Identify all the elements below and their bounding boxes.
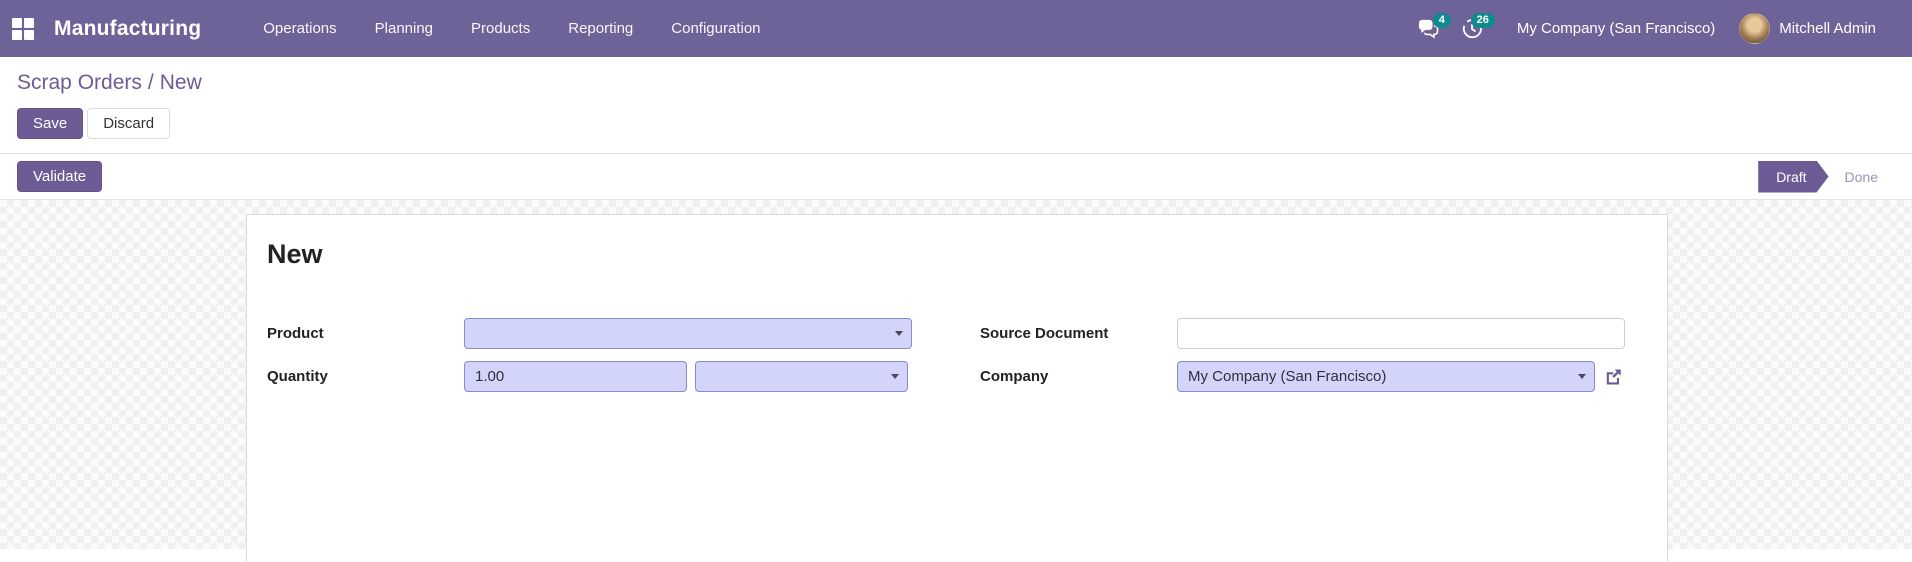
product-dropdown[interactable] <box>464 318 912 349</box>
company-label: Company <box>980 368 1177 385</box>
uom-dropdown[interactable] <box>695 361 908 392</box>
product-label: Product <box>267 325 464 342</box>
external-link-icon[interactable] <box>1603 366 1625 388</box>
menu-configuration[interactable]: Configuration <box>655 12 776 45</box>
source-document-label: Source Document <box>980 325 1177 342</box>
content-area: New Product Source Document <box>0 200 1912 549</box>
messages-button[interactable]: 4 <box>1411 12 1445 46</box>
quantity-input[interactable] <box>464 361 687 392</box>
user-menu[interactable]: Mitchell Admin <box>1739 13 1876 44</box>
statusbar: Draft Done <box>1758 154 1894 199</box>
discard-button[interactable]: Discard <box>87 108 170 139</box>
stage-draft[interactable]: Draft <box>1758 161 1828 193</box>
save-button[interactable]: Save <box>17 108 83 139</box>
stage-done[interactable]: Done <box>1829 161 1894 193</box>
avatar <box>1739 13 1770 44</box>
form-statusbar-row: Validate Draft Done <box>0 154 1912 200</box>
menu-operations[interactable]: Operations <box>247 12 352 45</box>
quantity-label: Quantity <box>267 368 464 385</box>
field-row-source-document: Source Document <box>980 318 1647 349</box>
company-input[interactable] <box>1177 361 1595 392</box>
uom-input[interactable] <box>695 361 908 392</box>
menu-planning[interactable]: Planning <box>359 12 449 45</box>
breadcrumb-current: New <box>160 71 202 94</box>
activities-count-badge: 26 <box>1471 13 1495 28</box>
company-dropdown[interactable] <box>1177 361 1595 392</box>
main-menu: Operations Planning Products Reporting C… <box>247 12 776 45</box>
app-title[interactable]: Manufacturing <box>54 17 201 41</box>
breadcrumb: Scrap Orders/New <box>17 71 1912 95</box>
product-input[interactable] <box>464 318 912 349</box>
validate-button[interactable]: Validate <box>17 161 102 192</box>
apps-menu-button[interactable] <box>0 0 46 57</box>
company-switcher[interactable]: My Company (San Francisco) <box>1517 20 1715 37</box>
menu-reporting[interactable]: Reporting <box>552 12 649 45</box>
menu-products[interactable]: Products <box>455 12 546 45</box>
navbar-systray: 4 26 My Company (San Francisco) Mitchell… <box>1411 12 1912 46</box>
breadcrumb-separator: / <box>142 71 160 94</box>
apps-grid-icon <box>12 18 34 40</box>
field-row-company: Company <box>980 361 1647 392</box>
record-title: New <box>267 239 1647 270</box>
activities-button[interactable]: 26 <box>1455 12 1489 46</box>
top-navbar: Manufacturing Operations Planning Produc… <box>0 0 1912 57</box>
source-document-input[interactable] <box>1177 318 1625 349</box>
breadcrumb-scrap-orders[interactable]: Scrap Orders <box>17 71 142 94</box>
messages-count-badge: 4 <box>1433 13 1451 28</box>
form-sheet: New Product Source Document <box>246 214 1668 562</box>
user-name: Mitchell Admin <box>1779 20 1876 37</box>
control-panel: Scrap Orders/New Save Discard <box>0 57 1912 154</box>
field-row-product: Product <box>267 318 934 349</box>
field-row-quantity: Quantity <box>267 361 934 392</box>
form-grid: Product Source Document Quantity <box>267 318 1647 392</box>
